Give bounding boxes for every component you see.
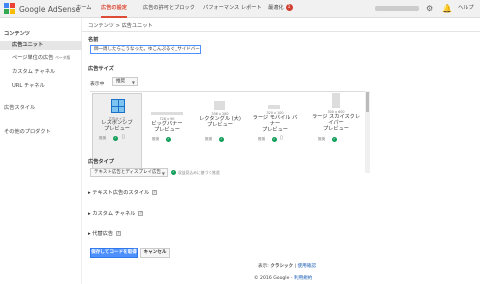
size-filter-select[interactable]: 推奨 ▼ (112, 77, 138, 86)
expander-backup-ads[interactable]: ▸ 代替広告? (88, 230, 122, 237)
help-icon[interactable]: ? (138, 211, 144, 216)
mobile-icon: ▯ (280, 135, 283, 141)
sidebar-item-custom-channels[interactable]: カスタム チャネル (12, 68, 55, 75)
nav-performance-reports[interactable]: パフォーマンス レポート (203, 0, 262, 18)
account-name[interactable] (375, 6, 419, 11)
adsense-logo[interactable]: Google AdSense (4, 2, 80, 16)
scrollbar-thumb[interactable] (366, 92, 369, 112)
size-card-320x100[interactable]: 320 x 100 ラージ モバイル バナー プレビュー 推奨 ✓ ▯ (252, 93, 298, 171)
size-preview-shape (332, 93, 340, 108)
sidebar-item-page-level-ads[interactable]: ページ単位の広告 ベータ版 (12, 54, 70, 61)
bell-icon[interactable]: 🔔 (442, 4, 452, 14)
size-gallery-scrollbar[interactable] (365, 91, 370, 173)
size-preview-shape (214, 101, 225, 110)
check-icon: ✓ (272, 137, 277, 142)
sidebar-item-label: ページ単位の広告 (12, 55, 54, 61)
size-preview-link[interactable]: プレビュー (197, 122, 243, 128)
recommended-label: 推奨 (318, 137, 326, 141)
footer-link[interactable]: 使用確認 (298, 264, 316, 269)
nav-home[interactable]: ホーム (76, 0, 91, 18)
logo-text: Google AdSense (19, 4, 81, 14)
nav-optimize-label: 最適化 (268, 5, 284, 11)
size-preview-link[interactable]: プレビュー (252, 127, 298, 133)
help-icon[interactable]: ? (152, 190, 158, 195)
sidebar-other-products[interactable]: その他のプロダクト (4, 128, 51, 135)
device-icon: ▯ (122, 134, 125, 140)
expander-label: テキスト広告のスタイル (92, 190, 150, 196)
size-preview-link[interactable]: プレビュー (144, 127, 190, 133)
check-icon: ✓ (166, 137, 171, 142)
size-preview-shape (151, 112, 183, 115)
copyright-text: © 2016 Google (254, 276, 290, 281)
beta-tag: ベータ版 (55, 55, 71, 60)
name-label: 名前 (88, 37, 99, 43)
divider (82, 31, 480, 32)
sidebar-item-ad-units[interactable]: 広告ユニット (0, 41, 82, 50)
check-icon: ✓ (171, 170, 176, 175)
check-icon: ✓ (113, 136, 118, 141)
ad-type-value: テキスト広告とディスプレイ広告 (94, 170, 162, 175)
sidebar-item-url-channels[interactable]: URL チャネル (12, 82, 45, 89)
ad-type-select[interactable]: テキスト広告とディスプレイ広告 ▼ (90, 168, 168, 177)
ad-size-label: 広告サイズ (88, 66, 114, 72)
recommended-label: 推奨 (152, 137, 160, 141)
size-name: ラージ モバイル バナー (252, 115, 298, 127)
expander-label: カスタム チャネル (92, 211, 136, 217)
footer-view-prefix: 表示: (258, 264, 269, 269)
sidebar: コンテンツ 広告ユニット ページ単位の広告 ベータ版 カスタム チャネル URL… (0, 18, 82, 284)
help-icon[interactable]: ? (116, 231, 122, 236)
expander-label: 代替広告 (92, 231, 114, 237)
footer-view: 表示: クラシック | 使用確認 (258, 263, 316, 269)
size-filter-value: 推奨 (116, 79, 125, 84)
recommended-label: 推奨 (258, 137, 266, 141)
chevron-down-icon: ▼ (131, 80, 135, 85)
size-preview-link[interactable]: プレビュー (93, 126, 141, 132)
save-and-get-code-button[interactable]: 保存してコードを取得 (90, 248, 138, 258)
help-link[interactable]: ヘルプ (458, 0, 474, 18)
sidebar-section-content[interactable]: コンテンツ (4, 30, 30, 37)
check-icon: ✓ (332, 137, 337, 142)
optimize-badge: 1 (285, 4, 293, 11)
nav-ad-settings[interactable]: 広告の設定 (101, 0, 127, 18)
size-card-728x90[interactable]: 728 x 90 ビッグバナー プレビュー 推奨 ✓ (144, 93, 190, 171)
size-card-300x600[interactable]: 300 x 600 ラージ スカイスクレイパー プレビュー 推奨 ✓ (310, 93, 362, 171)
filter-label: 表示中 (90, 82, 105, 87)
recommended-label: 推奨 (99, 136, 107, 140)
terms-link[interactable]: 利用規約 (294, 276, 312, 281)
breadcrumb: コンテンツ > 広告ユニット (88, 23, 153, 29)
size-preview-link[interactable]: プレビュー (310, 126, 362, 132)
size-card-336x280[interactable]: 336 x 280 レクタングル (大) プレビュー 推奨 ✓ (197, 93, 243, 171)
footer-view-mode: クラシック (270, 264, 294, 269)
nav-allow-block[interactable]: 広告の許可とブロック (143, 0, 195, 18)
adsense-logo-icon (4, 3, 16, 15)
chevron-down-icon: ▼ (161, 171, 165, 176)
responsive-grid-icon (111, 99, 125, 113)
name-input[interactable]: 師一周したらこうなった。ゆこんぷるぐ_サイドバー (90, 45, 201, 54)
top-bar: Google AdSense ホーム 広告の設定 広告の許可とブロック パフォー… (0, 0, 480, 18)
size-name: ラージ スカイスクレイパー (311, 114, 361, 126)
nav-optimize[interactable]: 最適化 1 (268, 0, 293, 18)
ad-type-note: 収益見込みに基づく推奨 (178, 170, 220, 175)
gear-icon[interactable]: ⚙ (426, 4, 433, 14)
sidebar-ad-style[interactable]: 広告スタイル (4, 104, 35, 111)
expander-custom-channels[interactable]: ▸ カスタム チャネル? (88, 210, 144, 217)
size-preview-shape (268, 105, 280, 109)
recommended-label: 推奨 (205, 137, 213, 141)
check-icon: ✓ (219, 137, 224, 142)
main-content: コンテンツ > 広告ユニット 名前 師一周したらこうなった。ゆこんぷるぐ_サイド… (82, 18, 480, 284)
cancel-button[interactable]: キャンセル (140, 248, 170, 258)
ad-type-label: 広告タイプ (88, 159, 114, 165)
footer-copyright: © 2016 Google - 利用規約 (254, 275, 312, 281)
expander-text-ad-style[interactable]: ▸ テキスト広告のスタイル? (88, 189, 158, 196)
